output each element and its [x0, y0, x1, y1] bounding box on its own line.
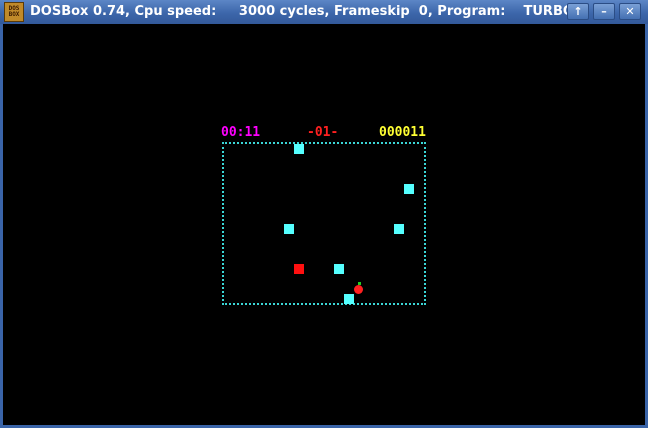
game-score: 000011	[379, 125, 426, 140]
apple-stem-icon	[358, 282, 361, 285]
obstacle-block	[334, 264, 344, 274]
obstacle-block	[394, 224, 404, 234]
apple-food	[354, 285, 363, 294]
dosbox-app-icon[interactable]: DOS BOX	[4, 2, 24, 22]
dos-screen[interactable]: 00:11 -01- 000011	[3, 24, 645, 425]
obstacle-block	[344, 294, 354, 304]
arrow-up-icon: ↑	[573, 5, 583, 18]
obstacle-block	[284, 224, 294, 234]
close-button[interactable]: ✕	[619, 3, 641, 20]
minimize-button[interactable]: –	[593, 3, 615, 20]
title-bar[interactable]: DOS BOX DOSBox 0.74, Cpu speed: 3000 cyc…	[0, 0, 648, 24]
obstacle-block	[404, 184, 414, 194]
dosbox-window: DOS BOX DOSBox 0.74, Cpu speed: 3000 cyc…	[0, 0, 648, 428]
window-title: DOSBox 0.74, Cpu speed: 3000 cycles, Fra…	[30, 4, 574, 19]
snake-head	[294, 264, 304, 274]
app-icon-label-bottom: BOX	[8, 11, 20, 18]
close-icon: ✕	[625, 5, 635, 18]
game-timer: 00:11	[221, 125, 261, 140]
minimize-icon: –	[601, 5, 607, 18]
maximize-button[interactable]: ↑	[567, 3, 589, 20]
obstacle-block	[294, 144, 304, 154]
game-level: -01-	[307, 125, 339, 140]
